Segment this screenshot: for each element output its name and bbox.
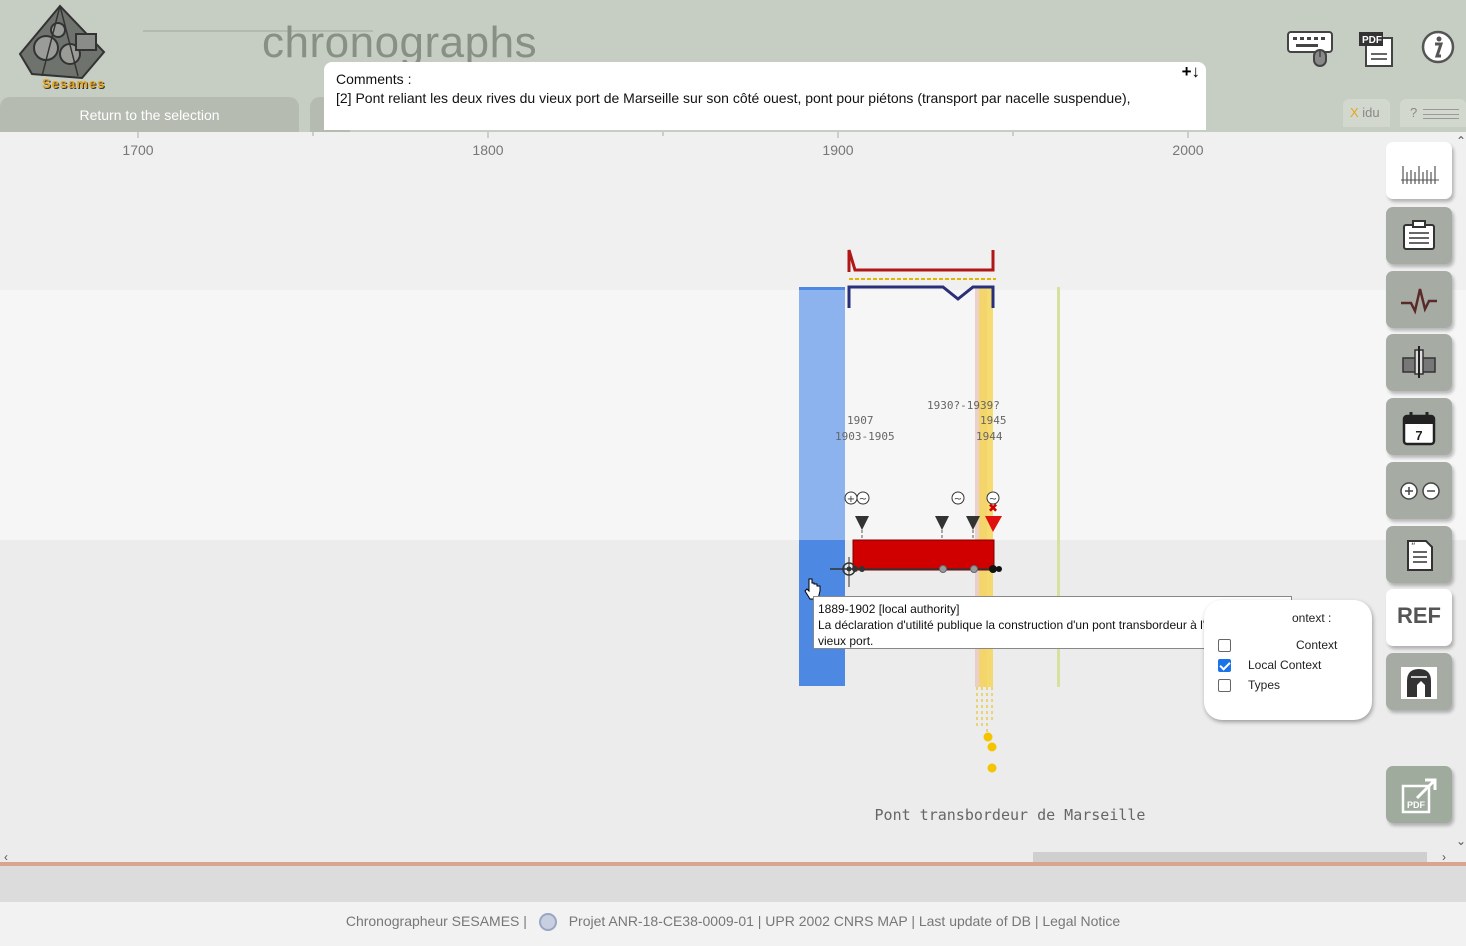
comments-title: Comments : <box>336 71 412 87</box>
filter-icon <box>1402 346 1436 378</box>
local-context-checkbox[interactable] <box>1218 659 1231 672</box>
expand-comments-button[interactable]: +↓ <box>1182 62 1200 81</box>
export-pdf-label: PDF <box>1407 800 1426 810</box>
clipboard-icon <box>1403 220 1435 250</box>
ref-button[interactable]: REF <box>1386 589 1452 646</box>
context-checkbox[interactable] <box>1218 639 1231 652</box>
pulse-button[interactable] <box>1386 271 1452 328</box>
horizontal-scroll-thumb[interactable] <box>1033 852 1427 862</box>
svg-text:~: ~ <box>859 494 867 505</box>
zoom-button[interactable] <box>1386 462 1452 519</box>
ruler-button[interactable] <box>1386 142 1452 199</box>
timeline-band-top <box>0 132 1466 290</box>
idu-label: idu <box>1358 105 1380 120</box>
tick-label: 2000 <box>1172 142 1203 158</box>
yellow-dot <box>987 742 997 752</box>
export-pdf-icon: PDF <box>1401 778 1437 814</box>
idu-close[interactable]: X <box>1350 105 1359 120</box>
scroll-up-arrow[interactable]: ⌃ <box>1456 134 1466 148</box>
calendar-day: 7 <box>1415 428 1422 443</box>
tick-label: 1800 <box>472 142 503 158</box>
quote-document-icon: “ <box>1407 540 1433 571</box>
context-panel: ontext : Context Local Context Types <box>1204 600 1372 720</box>
right-toolbar: 7 “ REF PDF <box>1386 142 1456 842</box>
footer: Chronographeur SESAMES | Projet ANR-18-C… <box>0 902 1466 946</box>
logo-text: Sesames <box>42 76 106 91</box>
date-label: 1907 <box>847 414 874 427</box>
idu-tab[interactable]: X idu <box>1343 99 1390 127</box>
ref-label: REF <box>1397 603 1441 628</box>
blue-range-upper <box>799 287 845 541</box>
footer-app-name: Chronographeur SESAMES | <box>345 913 527 929</box>
comments-box: Comments : [2] Pont reliant les deux riv… <box>324 62 1206 130</box>
info-icon[interactable] <box>1420 28 1456 68</box>
cross-icon: ✖ <box>988 501 998 515</box>
clipboard-button[interactable] <box>1386 207 1452 264</box>
date-label: 1944 <box>976 430 1003 443</box>
date-label: 1930?-1939? <box>927 399 1000 412</box>
date-label: 1903-1905 <box>835 430 895 443</box>
types-checkbox[interactable] <box>1218 679 1231 692</box>
svg-text:~: ~ <box>954 494 962 505</box>
cnrs-logo-icon <box>538 913 557 932</box>
chronograph-timeline[interactable]: 1700 1800 1900 2000 1907 1903-1905 1930?… <box>0 132 1466 862</box>
svg-text:“: “ <box>1411 542 1416 552</box>
timeline-band-mid <box>0 290 1466 540</box>
yellow-dot <box>987 763 997 773</box>
zoom-in-out-icon <box>1400 482 1440 500</box>
comments-text: [2] Pont reliant les deux rives du vieux… <box>336 90 1131 106</box>
pulse-icon <box>1401 288 1437 315</box>
page-title: chronographs <box>262 18 538 67</box>
helmet-icon <box>1401 667 1437 699</box>
scroll-down-arrow[interactable]: ⌄ <box>1456 834 1466 848</box>
status-band <box>0 866 1466 902</box>
tick-label: 1700 <box>122 142 153 158</box>
filter-button[interactable] <box>1386 334 1452 391</box>
tick-label: 1900 <box>822 142 853 158</box>
quote-button[interactable]: “ <box>1386 526 1452 583</box>
svg-text:+: + <box>847 494 855 505</box>
pdf-icon-label: PDF <box>1362 35 1382 46</box>
context-panel-title: ontext : <box>1292 611 1332 625</box>
calendar-icon: 7 <box>1402 412 1436 446</box>
object-name: Pont transbordeur de Marseille <box>875 806 1146 824</box>
return-to-selection-tab[interactable]: Return to the selection <box>0 97 299 132</box>
calendar-button[interactable]: 7 <box>1386 398 1452 455</box>
help-label: ? <box>1410 105 1418 120</box>
help-tab[interactable]: ? <box>1400 99 1466 127</box>
helmet-button[interactable] <box>1386 653 1452 710</box>
yellow-dot <box>983 732 993 742</box>
pdf-export-icon[interactable]: PDF <box>1356 30 1398 70</box>
keyboard-mouse-icon[interactable] <box>1286 28 1336 68</box>
export-pdf-button[interactable]: PDF <box>1386 766 1452 823</box>
date-label: 1945 <box>980 414 1007 427</box>
ruler-icon <box>1401 166 1439 184</box>
menu-lines-icon <box>1423 108 1460 119</box>
footer-links[interactable]: Projet ANR-18-CE38-0009-01 | UPR 2002 CN… <box>569 913 1120 929</box>
